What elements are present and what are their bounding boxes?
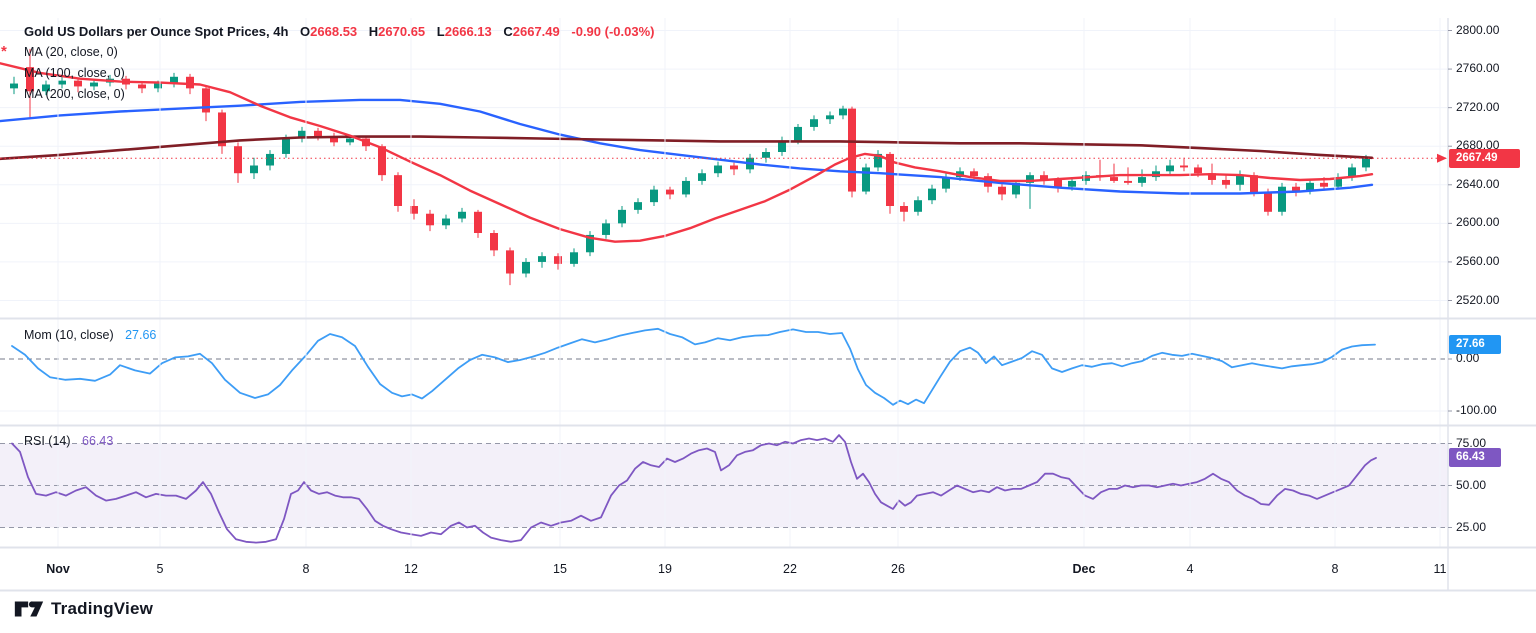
rsi-value: 66.43 [82,434,113,448]
rsi-level-label: 25.00 [1456,520,1486,534]
close-value: 2667.49 [513,24,560,39]
tradingview-attribution[interactable]: TradingView [14,597,153,621]
rsi-level-label: 75.00 [1456,436,1486,450]
momentum-value: 27.66 [125,328,156,342]
rsi-label: RSI (14) [24,434,71,448]
price-tick-label: 2720.00 [1456,100,1499,114]
legend-ma20[interactable]: MA (20, close, 0) [24,45,118,59]
chart-window: * Gold US Dollars per Ounce Spot Prices,… [0,0,1536,633]
price-tick-label: 2520.00 [1456,293,1499,307]
price-tick-label: 2640.00 [1456,177,1499,191]
date-tick-label: 22 [783,562,797,576]
momentum-level-label: -100.00 [1456,403,1497,417]
open-label: O [300,24,310,39]
legend-ma20-label: MA (20, close, 0) [24,45,118,59]
legend-ma200-label: MA (200, close, 0) [24,87,125,101]
tradingview-logo-text: TradingView [51,599,153,619]
low-value: 2666.13 [445,24,492,39]
symbol-title: Gold US Dollars per Ounce Spot Prices, 4… [24,24,288,39]
price-tick-label: 2600.00 [1456,215,1499,229]
price-tick-label: 2760.00 [1456,61,1499,75]
date-tick-label: 4 [1187,562,1194,576]
momentum-label: Mom (10, close) [24,328,114,342]
date-tick-label: Nov [46,562,70,576]
legend-ma200[interactable]: MA (200, close, 0) [24,87,125,101]
date-tick-label: 8 [1332,562,1339,576]
high-value: 2670.65 [378,24,425,39]
time-axis[interactable] [0,548,1448,590]
rsi-value-badge: 66.43 [1449,448,1501,467]
high-label: H [369,24,378,39]
symbol-legend-row[interactable]: Gold US Dollars per Ounce Spot Prices, 4… [24,24,654,39]
last-price-badge: 2667.49 [1449,149,1520,168]
date-tick-label: 15 [553,562,567,576]
low-label: L [437,24,445,39]
open-value: 2668.53 [310,24,357,39]
momentum-value-badge: 27.66 [1449,335,1501,354]
legend-ma100-label: MA (100, close, 0) [24,66,125,80]
date-tick-label: 19 [658,562,672,576]
rsi-legend[interactable]: RSI (14) 66.43 [24,432,113,450]
date-tick-label: 26 [891,562,905,576]
rsi-level-label: 50.00 [1456,478,1486,492]
date-tick-label: Dec [1073,562,1096,576]
date-tick-label: 5 [157,562,164,576]
momentum-legend[interactable]: Mom (10, close) 27.66 [24,326,156,344]
change-value: -0.90 (-0.03%) [571,24,654,39]
svg-text:*: * [1,43,7,60]
date-tick-label: 8 [303,562,310,576]
price-tick-label: 2800.00 [1456,23,1499,37]
chart-canvas[interactable]: * [0,0,1536,633]
tradingview-logo-icon [14,597,44,621]
date-tick-label: 12 [404,562,418,576]
close-label: C [503,24,512,39]
price-tick-label: 2560.00 [1456,254,1499,268]
date-tick-label: 11 [1434,562,1447,576]
legend-ma100[interactable]: MA (100, close, 0) [24,66,125,80]
